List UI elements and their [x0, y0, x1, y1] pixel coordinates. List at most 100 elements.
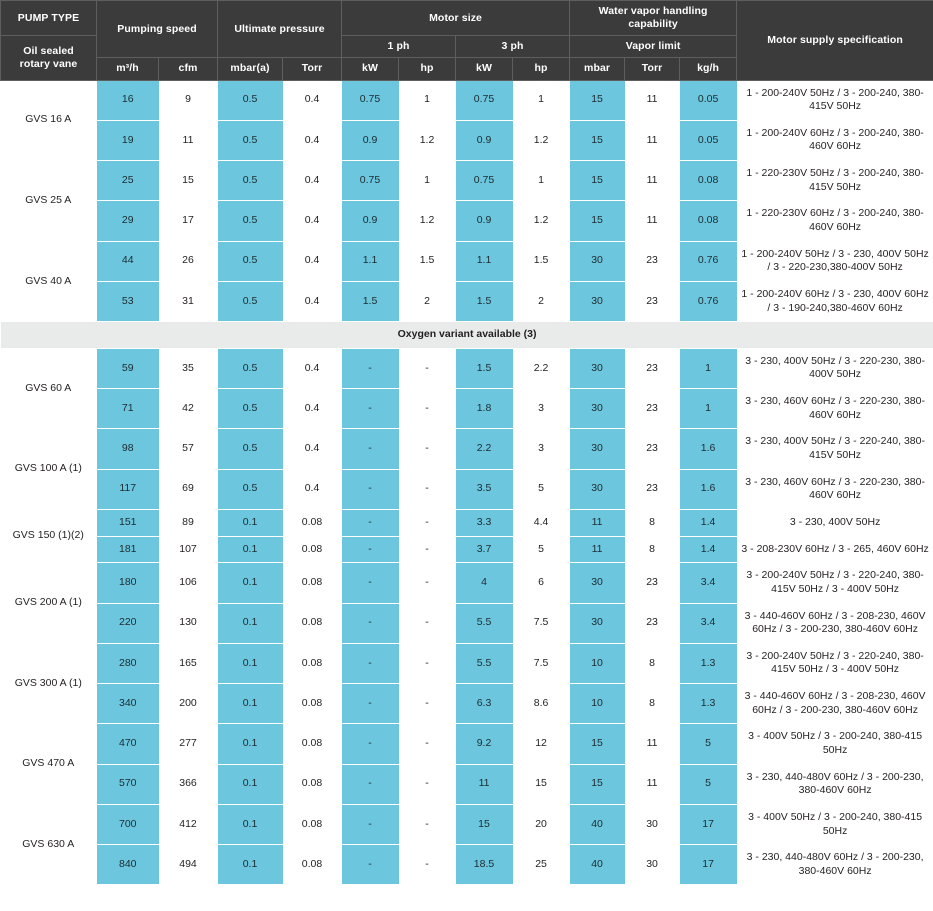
cell-kw-1ph: -: [342, 804, 399, 844]
cell-torr-vapor: 23: [625, 603, 680, 643]
cell-kw-3ph: 3.3: [456, 509, 513, 536]
cell-mbar-vapor: 15: [570, 764, 625, 804]
cell-motor-supply: 3 - 400V 50Hz / 3 - 200-240, 380-415 50H…: [737, 724, 933, 764]
unit-cfm: cfm: [159, 58, 218, 80]
cell-motor-supply: 3 - 400V 50Hz / 3 - 200-240, 380-415 50H…: [737, 804, 933, 844]
cell-mbar-a: 0.5: [218, 389, 283, 429]
cell-motor-supply: 3 - 230, 440-480V 60Hz / 3 - 200-230, 38…: [737, 764, 933, 804]
cell-torr-ultimate: 0.08: [283, 684, 342, 724]
cell-hp-3ph: 25: [513, 845, 570, 885]
cell-hp-3ph: 2.2: [513, 348, 570, 388]
cell-kw-3ph: 3.5: [456, 469, 513, 509]
cell-cfm: 17: [159, 201, 218, 241]
cell-mbar-vapor: 15: [570, 80, 625, 120]
pump-model-label: GVS 200 A (1): [1, 563, 97, 644]
cell-mbar-vapor: 30: [570, 563, 625, 603]
cell-motor-supply: 3 - 230, 400V 50Hz / 3 - 220-230, 380-40…: [737, 348, 933, 388]
header-pumping-speed: Pumping speed: [97, 1, 218, 58]
cell-mbar-a: 0.1: [218, 643, 283, 683]
cell-kgh: 1: [680, 348, 737, 388]
cell-cfm: 200: [159, 684, 218, 724]
cell-motor-supply: 3 - 230, 400V 50Hz: [737, 509, 933, 536]
header-water-vapor-capability: Water vapor handling capability: [570, 1, 737, 36]
cell-m3h: 44: [97, 241, 159, 281]
table-row: GVS 200 A (1)1801060.10.08--4630233.43 -…: [1, 563, 933, 603]
cell-hp-3ph: 1.2: [513, 201, 570, 241]
cell-kw-3ph: 5.5: [456, 643, 513, 683]
cell-motor-supply: 1 - 200-240V 50Hz / 3 - 230, 400V 50Hz /…: [737, 241, 933, 281]
cell-hp-1ph: 1: [399, 80, 456, 120]
cell-hp-3ph: 1: [513, 161, 570, 201]
cell-torr-ultimate: 0.4: [283, 161, 342, 201]
cell-kgh: 1: [680, 389, 737, 429]
cell-motor-supply: 1 - 200-240V 60Hz / 3 - 230, 400V 60Hz /…: [737, 281, 933, 321]
cell-hp-3ph: 3: [513, 429, 570, 469]
cell-torr-ultimate: 0.4: [283, 201, 342, 241]
cell-kgh: 0.05: [680, 80, 737, 120]
cell-mbar-a: 0.5: [218, 348, 283, 388]
cell-torr-vapor: 11: [625, 724, 680, 764]
cell-hp-3ph: 1.2: [513, 120, 570, 160]
table-row: GVS 100 A (1)98570.50.4--2.2330231.63 - …: [1, 429, 933, 469]
header-3-ph: 3 ph: [456, 36, 570, 58]
cell-mbar-vapor: 15: [570, 120, 625, 160]
cell-kw-3ph: 6.3: [456, 684, 513, 724]
cell-kgh: 0.08: [680, 201, 737, 241]
cell-cfm: 15: [159, 161, 218, 201]
cell-torr-ultimate: 0.4: [283, 120, 342, 160]
cell-motor-supply: 1 - 200-240V 50Hz / 3 - 200-240, 380-415…: [737, 80, 933, 120]
cell-mbar-a: 0.5: [218, 120, 283, 160]
table-row: GVS 40 A44260.50.41.11.51.11.530230.761 …: [1, 241, 933, 281]
cell-torr-vapor: 23: [625, 563, 680, 603]
cell-kw-1ph: -: [342, 536, 399, 563]
cell-m3h: 151: [97, 509, 159, 536]
cell-kw-3ph: 1.1: [456, 241, 513, 281]
cell-mbar-a: 0.1: [218, 764, 283, 804]
cell-torr-ultimate: 0.08: [283, 804, 342, 844]
cell-mbar-vapor: 40: [570, 845, 625, 885]
header-ultimate-pressure: Ultimate pressure: [218, 1, 342, 58]
cell-hp-3ph: 1.5: [513, 241, 570, 281]
cell-m3h: 700: [97, 804, 159, 844]
cell-hp-1ph: -: [399, 563, 456, 603]
cell-torr-ultimate: 0.08: [283, 724, 342, 764]
cell-kw-1ph: 1.5: [342, 281, 399, 321]
cell-hp-3ph: 1: [513, 80, 570, 120]
pump-model-label: GVS 40 A: [1, 241, 97, 322]
cell-cfm: 412: [159, 804, 218, 844]
cell-mbar-a: 0.1: [218, 536, 283, 563]
cell-hp-1ph: -: [399, 469, 456, 509]
cell-torr-vapor: 8: [625, 509, 680, 536]
unit-m3h: m³/h: [97, 58, 159, 80]
cell-kw-3ph: 0.75: [456, 161, 513, 201]
cell-mbar-a: 0.1: [218, 603, 283, 643]
cell-kw-1ph: 0.75: [342, 80, 399, 120]
cell-kgh: 1.4: [680, 536, 737, 563]
cell-torr-ultimate: 0.4: [283, 429, 342, 469]
cell-torr-vapor: 11: [625, 201, 680, 241]
cell-hp-1ph: 1: [399, 161, 456, 201]
cell-kw-1ph: 0.9: [342, 201, 399, 241]
cell-cfm: 31: [159, 281, 218, 321]
cell-kgh: 0.08: [680, 161, 737, 201]
table-body: GVS 16 A1690.50.40.7510.75115110.051 - 2…: [1, 80, 933, 911]
unit-torr-vapor: Torr: [625, 58, 680, 80]
cell-hp-3ph: 12: [513, 724, 570, 764]
table-row: 2201300.10.08--5.57.530233.43 - 440-460V…: [1, 603, 933, 643]
table-row: 3402000.10.08--6.38.61081.33 - 440-460V …: [1, 684, 933, 724]
cell-kw-3ph: 0.9: [456, 120, 513, 160]
cell-torr-vapor: 30: [625, 804, 680, 844]
cell-kgh: 17: [680, 845, 737, 885]
cell-torr-vapor: 23: [625, 348, 680, 388]
table-row: GVS 25 A25150.50.40.7510.75115110.081 - …: [1, 161, 933, 201]
cell-motor-supply: 3 - 230, 460V 60Hz / 3 - 220-230, 380-46…: [737, 469, 933, 509]
cell-kgh: 1.4: [680, 509, 737, 536]
cell-torr-ultimate: 0.4: [283, 469, 342, 509]
cell-torr-ultimate: 0.08: [283, 845, 342, 885]
cell-cfm: 277: [159, 724, 218, 764]
cell-m3h: 98: [97, 429, 159, 469]
cell-torr-vapor: 23: [625, 389, 680, 429]
cell-mbar-a: 0.5: [218, 201, 283, 241]
cell-kw-1ph: -: [342, 643, 399, 683]
cell-torr-vapor: 30: [625, 845, 680, 885]
